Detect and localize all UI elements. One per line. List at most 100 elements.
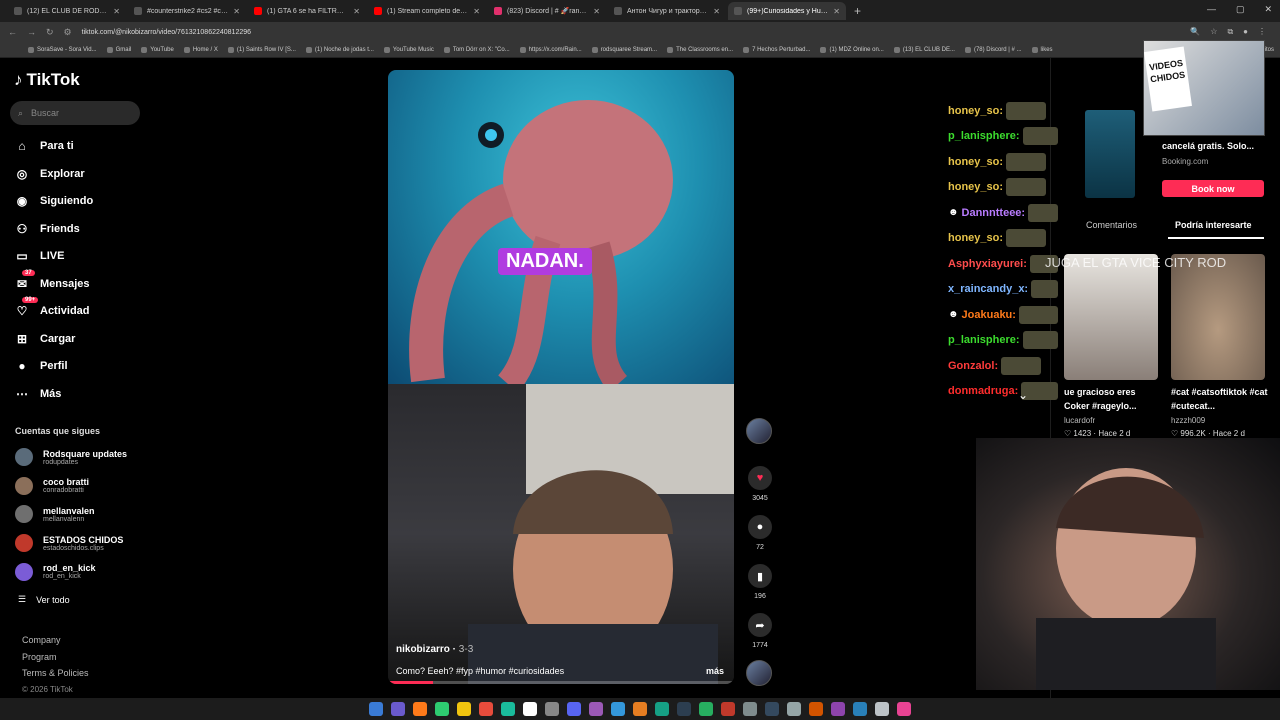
taskbar-app-icon[interactable] (413, 702, 427, 716)
taskbar-app-icon[interactable] (479, 702, 493, 716)
video-progress-bar[interactable] (388, 681, 734, 684)
tiktok-logo[interactable]: ♪ TikTok (14, 70, 80, 90)
browser-tab[interactable]: #counterstrike2 #cs2 #csgom ✕ (128, 2, 246, 20)
taskbar-app-icon[interactable] (765, 702, 779, 716)
close-tab-icon[interactable]: ✕ (713, 7, 720, 16)
card-thumbnail[interactable] (1064, 254, 1158, 380)
sidebar-item-live[interactable]: ▭ LIVE (14, 248, 64, 264)
followed-account[interactable]: mellanvalen mellanvalenn (15, 505, 95, 524)
tab-comentarios[interactable]: Comentarios (1086, 220, 1137, 230)
taskbar-app-icon[interactable] (633, 702, 647, 716)
bookmark-item[interactable]: YouTube (141, 46, 174, 53)
followed-account[interactable]: Rodsquare updates rodupdates (15, 448, 127, 466)
reload-icon[interactable]: ↻ (46, 27, 54, 38)
share-button[interactable]: ➦ 1774 (748, 613, 772, 649)
minimize-icon[interactable]: — (1207, 4, 1216, 15)
followed-account[interactable]: ESTADOS CHIDOS estadoschidos.clips (15, 534, 123, 553)
browser-tab[interactable]: (12) EL CLUB DE RODSQUAR ✕ (8, 2, 126, 20)
close-tab-icon[interactable]: ✕ (233, 7, 240, 16)
extensions-icon[interactable]: ⧉ (1227, 27, 1233, 37)
sidebar-item-explorar[interactable]: ◎ Explorar (14, 166, 85, 182)
browser-tab[interactable]: (823) Discord | # 🚀random 🚀 ✕ (488, 2, 606, 20)
bookmark-item[interactable]: likes (1031, 46, 1053, 53)
bookmark-item[interactable]: SoraSave - Sora Vid... (28, 46, 97, 53)
taskbar-app-icon[interactable] (743, 702, 757, 716)
taskbar-app-icon[interactable] (501, 702, 515, 716)
footer-link[interactable]: Terms & Policies (22, 668, 89, 678)
bookmark-item[interactable]: 7 Hechos Perturbad... (743, 46, 810, 53)
close-tab-icon[interactable]: ✕ (833, 7, 840, 16)
taskbar-app-icon[interactable] (831, 702, 845, 716)
video-player[interactable]: NADAN. nikobizarro · 3-3 Como? Eeeh? #fy… (388, 70, 734, 684)
save-button[interactable]: ▮ 196 (748, 564, 772, 600)
sidebar-item-friends[interactable]: ⚇ Friends (14, 221, 80, 237)
sidebar-item-siguiendo[interactable]: ◉ Siguiendo (14, 193, 93, 209)
bookmark-item[interactable]: rodsquaree Stream... (591, 46, 657, 53)
bookmark-star-icon[interactable]: ☆ (1210, 27, 1217, 37)
search-input[interactable]: ⌕ Buscar (10, 101, 140, 125)
sidebar-item-más[interactable]: ⋯ Más (14, 386, 61, 402)
bookmark-item[interactable]: (13) EL CLUB DE... (893, 46, 955, 53)
bookmark-item[interactable]: (78) Discord | # ... (964, 46, 1022, 53)
sidebar-item-perfil[interactable]: ● Perfil (14, 358, 67, 374)
card-thumbnail[interactable] (1171, 254, 1265, 380)
card-title[interactable]: #cat #catsoftiktok #cat #cutecat... (1171, 385, 1269, 413)
taskbar-app-icon[interactable] (457, 702, 471, 716)
taskbar-app-icon[interactable] (655, 702, 669, 716)
bookmark-item[interactable]: Gmail (106, 46, 131, 53)
followed-account[interactable]: coco bratti conradobratti (15, 476, 89, 495)
taskbar-app-icon[interactable] (853, 702, 867, 716)
taskbar-app-icon[interactable] (875, 702, 889, 716)
sidebar-item-cargar[interactable]: ⊞ Cargar (14, 331, 76, 347)
taskbar-app-icon[interactable] (589, 702, 603, 716)
chevron-down-icon[interactable]: ⌄ (1013, 388, 1033, 408)
taskbar-app-icon[interactable] (611, 702, 625, 716)
card-author[interactable]: lucardofr (1064, 416, 1095, 425)
taskbar-app-icon[interactable] (699, 702, 713, 716)
taskbar-app-icon[interactable] (369, 702, 383, 716)
taskbar-app-icon[interactable] (721, 702, 735, 716)
close-tab-icon[interactable]: ✕ (593, 7, 600, 16)
taskbar-app-icon[interactable] (545, 702, 559, 716)
bookmark-item[interactable]: https://x.com/Rain... (519, 46, 582, 53)
close-window-icon[interactable]: ✕ (1264, 4, 1272, 15)
taskbar-app-icon[interactable] (809, 702, 823, 716)
followed-account[interactable]: rod_en_kick rod_en_kick (15, 562, 96, 581)
see-all-link[interactable]: ☰ Ver todo (18, 594, 70, 605)
bookmark-item[interactable]: YouTube Music (383, 46, 434, 53)
comment-button[interactable]: ● 72 (748, 515, 772, 551)
bookmark-item[interactable]: The Classrooms en... (667, 46, 733, 53)
creator-avatar[interactable] (746, 418, 772, 444)
maximize-icon[interactable]: ▢ (1236, 4, 1245, 15)
footer-link[interactable]: Company (22, 635, 61, 645)
url-field[interactable]: tiktok.com/@nikobizarro/video/7613210862… (82, 29, 1181, 36)
sidebar-item-mensajes[interactable]: ✉ 37 Mensajes (14, 269, 90, 292)
taskbar-app-icon[interactable] (897, 702, 911, 716)
more-link[interactable]: más (706, 666, 724, 676)
zoom-icon[interactable]: 🔍 (1190, 27, 1200, 37)
forward-icon[interactable]: → (27, 27, 36, 37)
book-now-button[interactable]: Book now (1162, 180, 1264, 197)
card-title[interactable]: ue gracioso eres Coker #rageylo... (1064, 385, 1162, 413)
back-icon[interactable]: ← (8, 27, 17, 37)
card-author[interactable]: hzzzh009 (1171, 416, 1205, 425)
taskbar-app-icon[interactable] (567, 702, 581, 716)
browser-tab[interactable]: (99+)Curiosidades y Humo ✕ (728, 2, 846, 20)
bookmark-item[interactable]: (1) Saints Row IV [S... (227, 46, 296, 53)
taskbar-app-icon[interactable] (435, 702, 449, 716)
footer-link[interactable]: Program (22, 652, 57, 662)
new-tab-icon[interactable]: + (854, 4, 861, 18)
taskbar-app-icon[interactable] (677, 702, 691, 716)
close-tab-icon[interactable]: ✕ (473, 7, 480, 16)
tab-podria-interesarte[interactable]: Podría interesarte (1175, 220, 1252, 230)
sound-avatar[interactable] (746, 660, 772, 686)
bookmark-item[interactable]: Home / X (183, 46, 218, 53)
taskbar-app-icon[interactable] (391, 702, 405, 716)
profile-icon[interactable]: ● (1243, 27, 1248, 37)
close-tab-icon[interactable]: ✕ (353, 7, 360, 16)
sidebar-item-actividad[interactable]: ♡ 99+ Actividad (14, 297, 90, 319)
taskbar-app-icon[interactable] (523, 702, 537, 716)
taskbar-app-icon[interactable] (787, 702, 801, 716)
site-info-icon[interactable]: ⚙ (64, 27, 72, 38)
bookmark-item[interactable]: Tom Dörr on X: "Co... (443, 46, 510, 53)
